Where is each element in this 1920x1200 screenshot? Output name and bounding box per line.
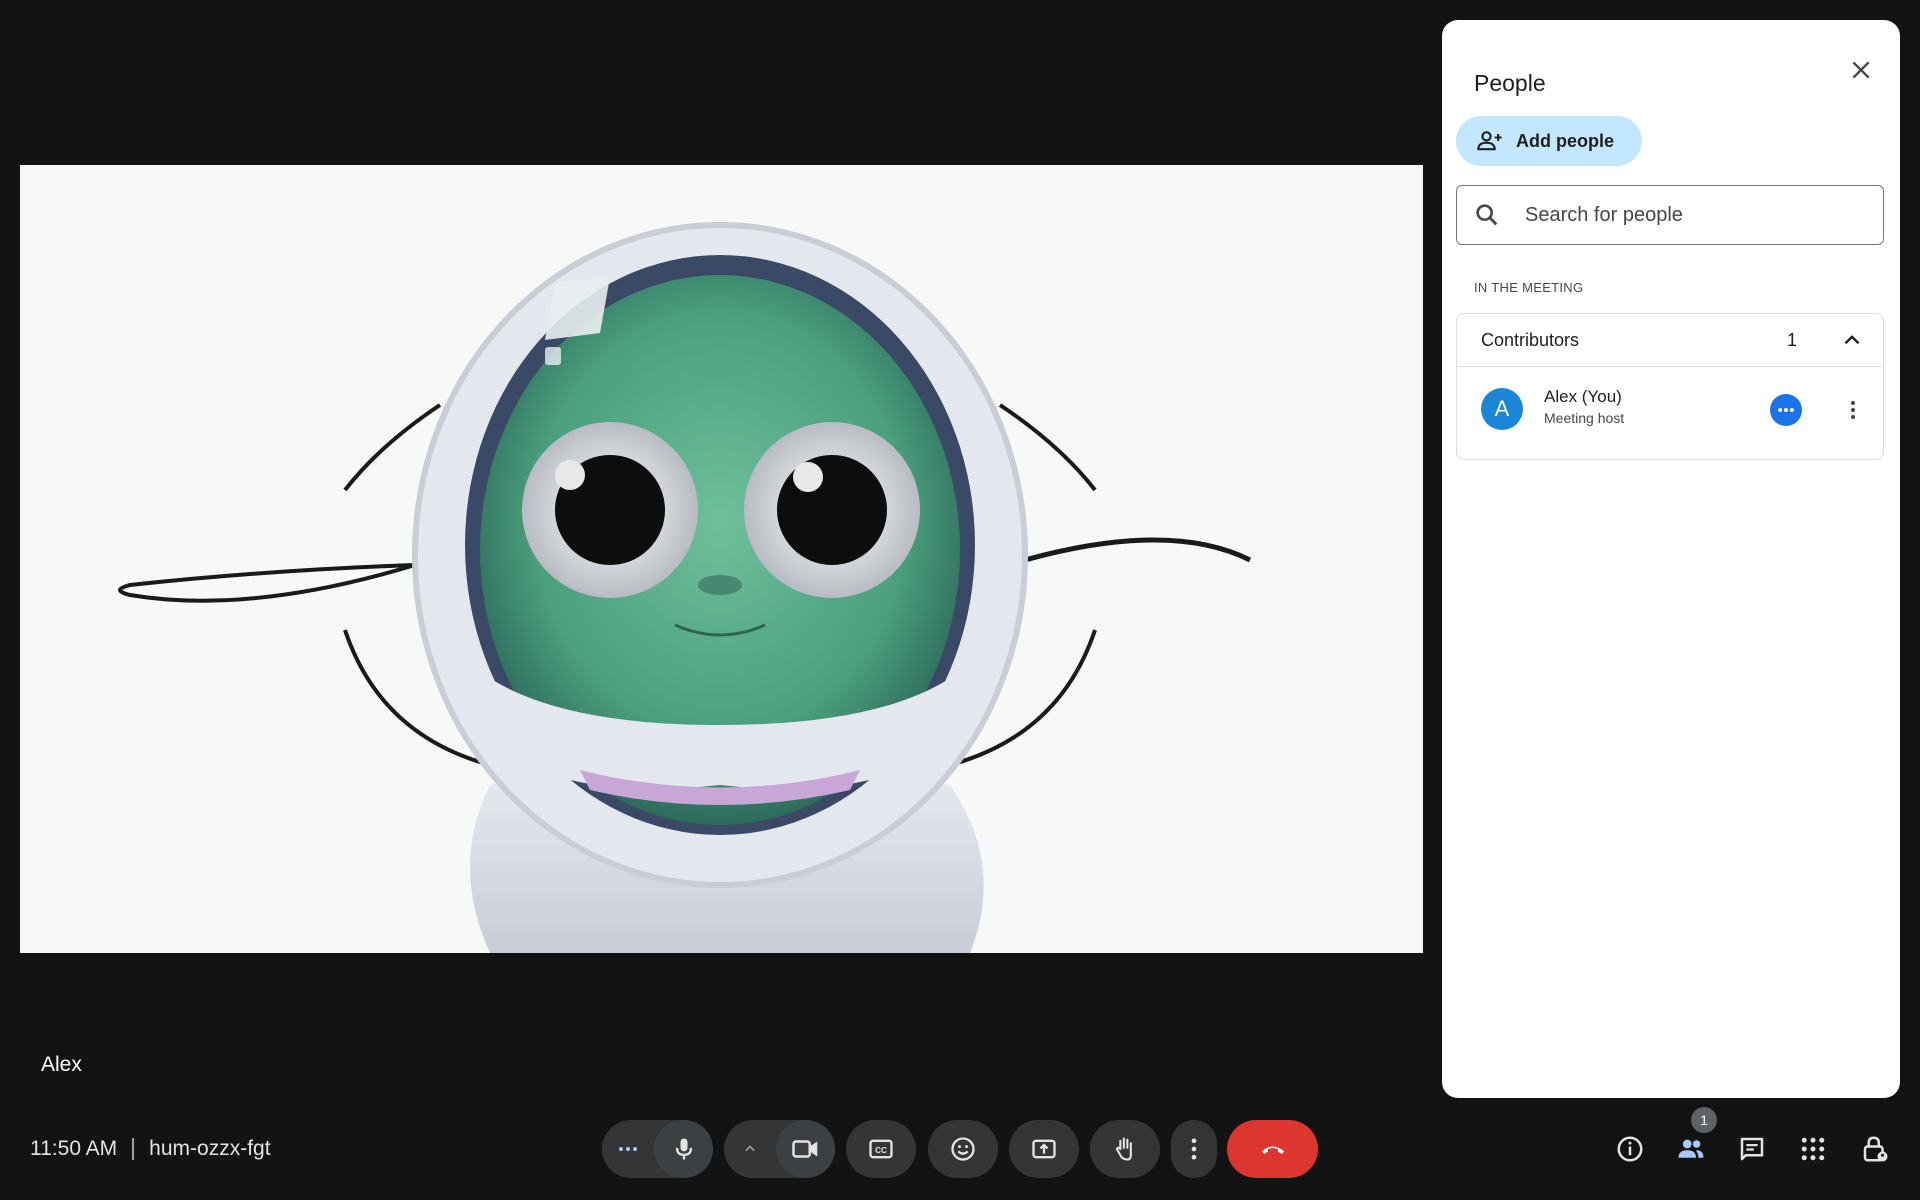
speaking-indicator-icon bbox=[1770, 394, 1802, 426]
kebab-icon bbox=[1851, 401, 1855, 419]
more-options-button[interactable] bbox=[1171, 1120, 1217, 1178]
divider bbox=[132, 1138, 135, 1160]
leave-call-button[interactable] bbox=[1227, 1120, 1318, 1178]
microphone-icon bbox=[675, 1138, 692, 1160]
people-button[interactable] bbox=[1668, 1126, 1714, 1172]
microphone-group bbox=[602, 1120, 713, 1178]
participant-name-tag: Alex bbox=[41, 1053, 82, 1076]
meeting-details-button[interactable] bbox=[1607, 1126, 1653, 1172]
chat-button[interactable] bbox=[1729, 1126, 1775, 1172]
meeting-code: hum-ozzx-fgt bbox=[149, 1137, 271, 1160]
captions-button[interactable]: CC bbox=[846, 1120, 916, 1178]
svg-text:CC: CC bbox=[875, 1146, 887, 1155]
camera-button[interactable] bbox=[776, 1120, 835, 1178]
add-people-label: Add people bbox=[1516, 130, 1614, 151]
activities-button[interactable] bbox=[1790, 1126, 1836, 1172]
participant-role: Meeting host bbox=[1544, 410, 1625, 426]
meeting-info: 11:50 AM hum-ozzx-fgt bbox=[30, 1136, 271, 1162]
group-count: 1 bbox=[1787, 329, 1798, 350]
contributors-group: Contributors 1 A Alex (You) Meeting host bbox=[1456, 313, 1884, 460]
people-panel: People Add people IN THE MEETING Contrib… bbox=[1442, 20, 1900, 1098]
people-count-badge: 1 bbox=[1691, 1107, 1717, 1133]
participant-name: Alex (You) bbox=[1544, 387, 1622, 406]
panel-title: People bbox=[1474, 70, 1546, 96]
hand-icon bbox=[1115, 1137, 1132, 1161]
contributors-header[interactable]: Contributors 1 bbox=[1457, 314, 1882, 367]
people-icon bbox=[1678, 1139, 1704, 1158]
close-panel-button[interactable] bbox=[1838, 47, 1884, 93]
info-icon bbox=[1617, 1136, 1643, 1162]
camera-group bbox=[724, 1120, 835, 1178]
kebab-icon bbox=[1191, 1138, 1197, 1160]
group-label: Contributors bbox=[1481, 329, 1580, 350]
apps-grid-icon bbox=[1801, 1137, 1825, 1161]
participant-options-button[interactable] bbox=[1833, 390, 1873, 430]
video-tile bbox=[20, 165, 1423, 953]
section-label: IN THE MEETING bbox=[1474, 280, 1584, 295]
chevron-up-icon bbox=[1844, 335, 1860, 345]
video-camera-icon bbox=[791, 1140, 817, 1158]
close-icon bbox=[1852, 61, 1870, 79]
microphone-button[interactable] bbox=[654, 1120, 713, 1178]
participant-row[interactable]: A Alex (You) Meeting host bbox=[1457, 366, 1882, 459]
camera-options-button[interactable] bbox=[724, 1120, 776, 1178]
search-box bbox=[1456, 185, 1884, 245]
chat-icon bbox=[1740, 1137, 1764, 1161]
emoji-icon bbox=[951, 1137, 975, 1161]
avatar: A bbox=[1481, 388, 1523, 430]
search-icon bbox=[1476, 204, 1498, 226]
dots-horizontal-icon bbox=[619, 1147, 637, 1151]
hang-up-icon bbox=[1261, 1146, 1284, 1154]
closed-captions-icon: CC bbox=[869, 1139, 893, 1159]
add-people-button[interactable]: Add people bbox=[1456, 116, 1642, 166]
present-button[interactable] bbox=[1009, 1120, 1079, 1178]
raise-hand-button[interactable] bbox=[1090, 1120, 1160, 1178]
search-people-input[interactable] bbox=[1523, 202, 1867, 228]
host-controls-button[interactable] bbox=[1852, 1126, 1898, 1172]
alien-astronaut-avatar-image bbox=[118, 222, 1252, 953]
chevron-up-icon bbox=[745, 1145, 755, 1152]
more-reactions-button[interactable] bbox=[602, 1120, 654, 1178]
present-screen-icon bbox=[1032, 1139, 1056, 1159]
host-controls-lock-icon bbox=[1863, 1136, 1888, 1162]
add-person-icon bbox=[1477, 131, 1502, 151]
clock-time: 11:50 AM bbox=[30, 1137, 118, 1160]
emoji-button[interactable] bbox=[928, 1120, 998, 1178]
